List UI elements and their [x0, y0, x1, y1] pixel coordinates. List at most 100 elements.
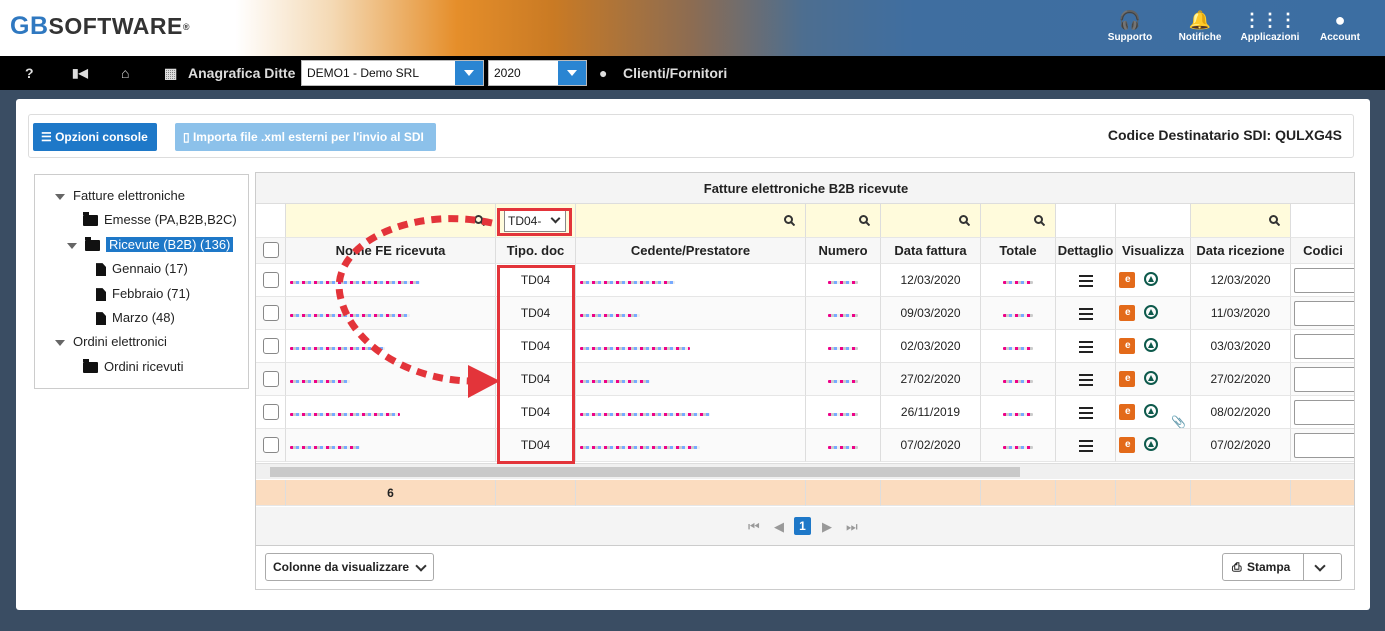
support-button[interactable]: 🎧 Supporto — [1090, 8, 1170, 43]
filter-cell-numero-col[interactable] — [806, 204, 881, 238]
agenzia-entrate-icon[interactable] — [1144, 305, 1158, 319]
pdf-view-icon[interactable] — [1119, 305, 1135, 321]
chevron-down-icon[interactable] — [558, 61, 586, 85]
filter-cell-totale-col[interactable] — [981, 204, 1056, 238]
colonne-dropdown[interactable]: Colonne da visualizzare — [265, 553, 435, 581]
importa-xml-button[interactable]: ▯ Importa file .xml esterni per l'invio … — [175, 123, 436, 151]
account-button[interactable]: ● Account — [1300, 8, 1380, 43]
details-menu-icon[interactable] — [1078, 308, 1093, 320]
footer-data-fattura-col — [881, 480, 981, 506]
details-menu-icon[interactable] — [1078, 374, 1093, 386]
header-data-fattura-col[interactable]: Data fattura — [881, 238, 981, 264]
notifications-button[interactable]: 🔔 Notifiche — [1160, 8, 1240, 43]
chevron-down-icon[interactable] — [1314, 560, 1326, 572]
stampa-button[interactable]: ⎙ Stampa — [1222, 553, 1342, 581]
details-menu-icon[interactable] — [1078, 275, 1093, 287]
agenzia-entrate-icon[interactable] — [1144, 371, 1158, 385]
search-icon[interactable] — [1269, 214, 1281, 227]
applications-button[interactable]: ⋮⋮⋮ Applicazioni — [1230, 8, 1310, 43]
agenzia-entrate-icon[interactable] — [1144, 338, 1158, 352]
search-icon[interactable] — [959, 214, 971, 227]
details-menu-icon[interactable] — [1078, 341, 1093, 353]
codici-input[interactable] — [1294, 301, 1354, 326]
header-visualizza-col[interactable]: Visualizza — [1116, 238, 1191, 264]
header-dettaglio-col[interactable]: Dettaglio — [1056, 238, 1116, 264]
filter-cell-data-fattura-col[interactable] — [881, 204, 981, 238]
home-icon[interactable]: ⌂ — [121, 56, 129, 90]
row-checkbox[interactable] — [263, 437, 279, 453]
tree-ordini-elettronici[interactable]: Ordini elettronici — [55, 332, 167, 352]
agenzia-entrate-icon[interactable] — [1144, 404, 1158, 418]
pdf-view-icon[interactable] — [1119, 404, 1135, 420]
pdf-view-icon[interactable] — [1119, 272, 1135, 288]
row-dettaglio-col — [1056, 297, 1116, 330]
prev-page-icon[interactable]: ◀ — [774, 519, 784, 535]
horizontal-scrollbar[interactable] — [256, 463, 1354, 479]
row-checkbox-col[interactable] — [256, 363, 286, 396]
footer-visualizza-col — [1116, 480, 1191, 506]
details-menu-icon[interactable] — [1078, 440, 1093, 452]
tree-ricevute[interactable]: Ricevute (B2B) (136) — [67, 235, 234, 255]
redacted-text — [290, 446, 360, 449]
header-codici-col[interactable]: Codici — [1291, 238, 1354, 264]
company-select[interactable]: DEMO1 - Demo SRL — [301, 60, 484, 86]
tree-fatture-elettroniche[interactable]: Fatture elettroniche — [55, 186, 185, 206]
row-checkbox[interactable] — [263, 404, 279, 420]
header-cedente-col[interactable]: Cedente/Prestatore — [576, 238, 806, 264]
row-checkbox-col[interactable] — [256, 264, 286, 297]
video-icon[interactable]: ▮◀ — [72, 56, 88, 90]
tree-ordini-ricevuti[interactable]: Ordini ricevuti — [83, 357, 183, 377]
pdf-view-icon[interactable] — [1119, 371, 1135, 387]
search-icon[interactable] — [859, 214, 871, 227]
filter-cell-cedente-col[interactable] — [576, 204, 806, 238]
row-codici-col — [1291, 297, 1354, 330]
filter-cell-data-ricezione-col[interactable] — [1191, 204, 1291, 238]
attachment-icon[interactable]: 📎 — [1171, 406, 1186, 428]
clienti-fornitori-link[interactable]: Clienti/Fornitori — [623, 56, 727, 90]
pdf-view-icon[interactable] — [1119, 437, 1135, 453]
tree-febbraio[interactable]: Febbraio (71) — [96, 284, 190, 304]
header-totale-col[interactable]: Totale — [981, 238, 1056, 264]
expand-icon[interactable] — [55, 193, 65, 200]
tree-emesse[interactable]: Emesse (PA,B2B,B2C) — [83, 210, 237, 230]
row-checkbox-col[interactable] — [256, 396, 286, 429]
header-checkbox-col[interactable] — [256, 238, 286, 264]
opzioni-console-button[interactable]: ☰ Opzioni console — [33, 123, 157, 151]
codici-input[interactable] — [1294, 334, 1354, 359]
pdf-view-icon[interactable] — [1119, 338, 1135, 354]
row-checkbox[interactable] — [263, 272, 279, 288]
anagrafica-label[interactable]: Anagrafica Ditte — [188, 56, 295, 90]
details-menu-icon[interactable] — [1078, 407, 1093, 419]
page-number[interactable]: 1 — [794, 517, 811, 535]
tree-marzo[interactable]: Marzo (48) — [96, 308, 175, 328]
codici-input[interactable] — [1294, 433, 1354, 458]
search-icon[interactable] — [1034, 214, 1046, 227]
chevron-down-icon[interactable] — [455, 61, 483, 85]
scrollbar-thumb[interactable] — [270, 467, 1020, 477]
agenzia-entrate-icon[interactable] — [1144, 272, 1158, 286]
search-icon[interactable] — [784, 214, 796, 227]
expand-icon[interactable] — [55, 339, 65, 346]
redacted-text — [828, 446, 858, 449]
row-checkbox[interactable] — [263, 305, 279, 321]
row-checkbox-col[interactable] — [256, 297, 286, 330]
row-checkbox[interactable] — [263, 338, 279, 354]
row-checkbox-col[interactable] — [256, 429, 286, 462]
header-data-ricezione-col[interactable]: Data ricezione — [1191, 238, 1291, 264]
year-select[interactable]: 2020 — [488, 60, 587, 86]
row-checkbox[interactable] — [263, 371, 279, 387]
row-numero-col — [806, 363, 881, 396]
row-checkbox-col[interactable] — [256, 330, 286, 363]
help-button[interactable]: ? — [25, 56, 34, 90]
last-page-icon[interactable]: ⏭ — [846, 519, 858, 535]
codici-input[interactable] — [1294, 367, 1354, 392]
tree-gennaio[interactable]: Gennaio (17) — [96, 259, 188, 279]
agenzia-entrate-icon[interactable] — [1144, 437, 1158, 451]
codici-input[interactable] — [1294, 400, 1354, 425]
expand-icon[interactable] — [67, 242, 77, 249]
next-page-icon[interactable]: ▶ — [822, 519, 832, 535]
first-page-icon[interactable]: ⏮ — [748, 519, 760, 535]
header-numero-col[interactable]: Numero — [806, 238, 881, 264]
select-all-checkbox[interactable] — [263, 242, 279, 258]
codici-input[interactable] — [1294, 268, 1354, 293]
